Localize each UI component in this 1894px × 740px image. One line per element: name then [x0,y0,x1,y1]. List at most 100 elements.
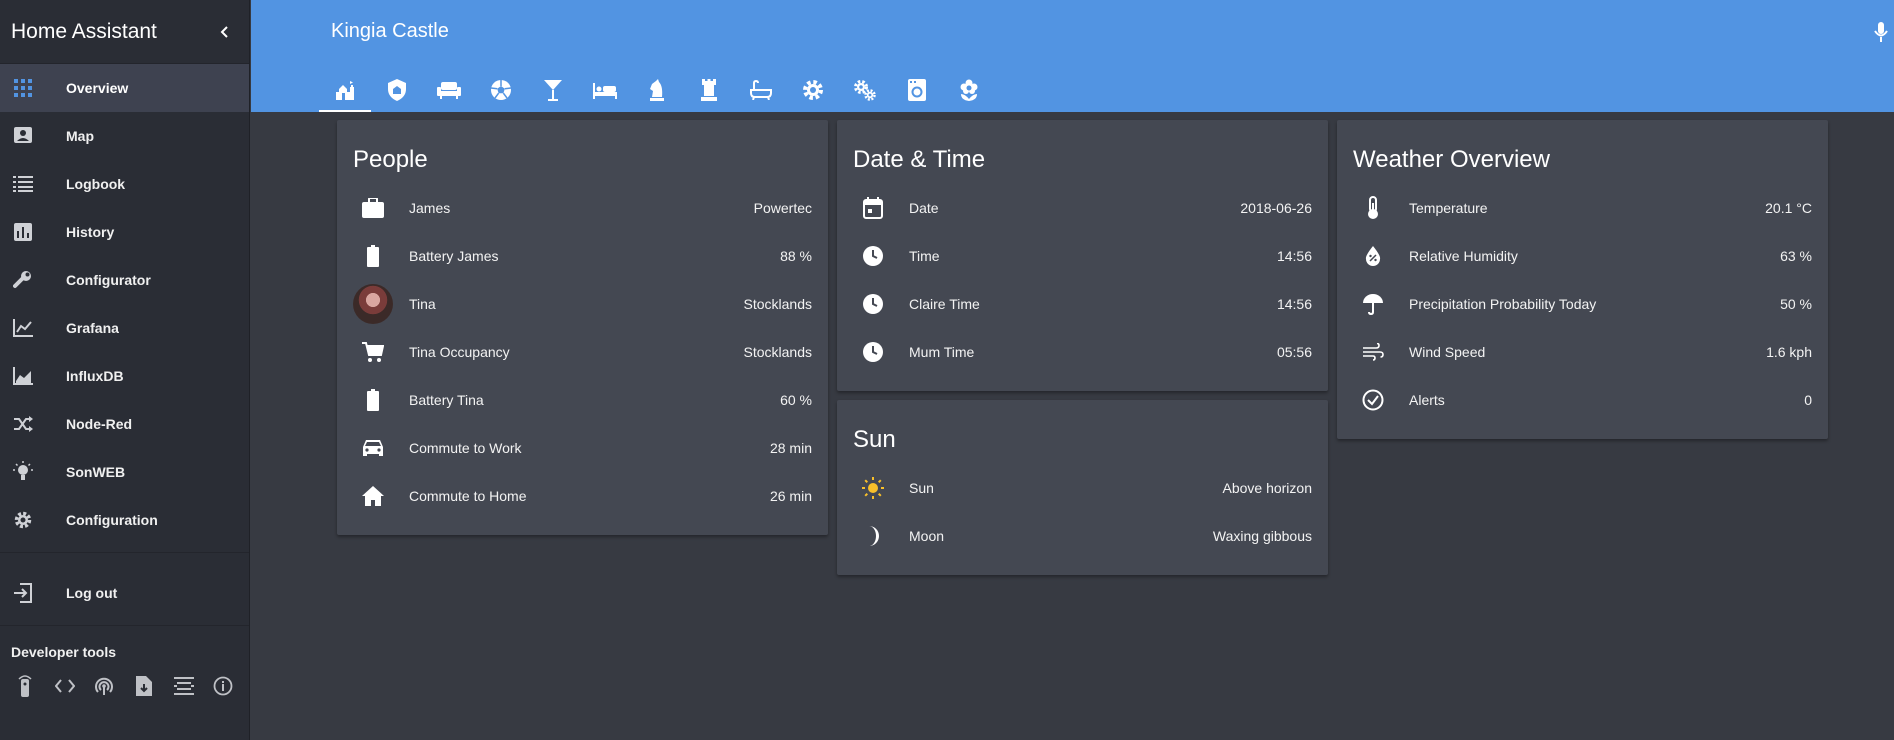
entity-row-relative-humidity[interactable]: Relative Humidity 63 % [1337,232,1828,280]
clock-icon [853,332,893,372]
sun-card: Sun Sun Above horizon Moon Waxing gibbou… [837,400,1328,575]
entity-row-battery-tina[interactable]: Battery Tina 60 % [337,376,828,424]
entity-state: 63 % [1780,248,1812,264]
entity-state: Stocklands [743,296,812,312]
sidebar-item-logout[interactable]: Log out [0,569,249,617]
entity-row-battery-james[interactable]: Battery James 88 % [337,232,828,280]
entity-state: Stocklands [743,344,812,360]
entity-row-moon[interactable]: Moon Waxing gibbous [837,512,1328,560]
avatar [353,284,393,324]
entity-name: Moon [909,528,945,544]
tab-sports[interactable] [475,68,527,112]
developer-tools-row [0,660,249,698]
info-icon[interactable] [209,674,237,698]
sidebar-item-grafana[interactable]: Grafana [0,304,249,352]
sidebar-item-influxdb[interactable]: InfluxDB [0,352,249,400]
file-download-icon[interactable] [130,674,158,698]
briefcase-icon [353,188,393,228]
water-percent-icon [1353,236,1393,276]
tab-castle[interactable] [319,68,371,112]
sidebar-item-sonweb[interactable]: SonWEB [0,448,249,496]
tab-laundry[interactable] [891,68,943,112]
sofa-icon [437,82,461,99]
tab-living-room[interactable] [423,68,475,112]
entity-name: Claire Time [909,296,980,312]
entity-state: 88 % [780,248,812,264]
sidebar-item-label: Configuration [66,512,158,528]
entity-row-precipitation-probability[interactable]: Precipitation Probability Today 50 % [1337,280,1828,328]
entity-row-alerts[interactable]: Alerts 0 [1337,376,1828,424]
page-title: Kingia Castle [331,20,449,42]
entity-state: 0 [1804,392,1812,408]
sidebar-item-node-red[interactable]: Node-Red [0,400,249,448]
entity-state: 26 min [769,488,812,504]
weather-overview-card: Weather Overview Temperature 20.1 °C Rel… [1337,120,1828,439]
tab-security[interactable] [371,68,423,112]
sidebar-item-configuration[interactable]: Configuration [0,496,249,544]
tab-bar[interactable] [527,68,579,112]
car-icon [353,428,393,468]
tab-system[interactable] [839,68,891,112]
entity-name: Time [909,248,940,264]
entity-row-wind-speed[interactable]: Wind Speed 1.6 kph [1337,328,1828,376]
map-icon [11,124,35,148]
entity-row-time[interactable]: Time 14:56 [837,232,1328,280]
shuffle-icon [11,412,35,436]
view-tabs [319,68,995,112]
developer-tools-title: Developer tools [11,644,117,660]
chevron-left-icon[interactable] [201,8,249,56]
entity-row-tina-occupancy[interactable]: Tina Occupancy Stocklands [337,328,828,376]
microphone-icon[interactable] [1870,20,1894,44]
date-time-card: Date & Time Date 2018-06-26 Time 14:56 C… [837,120,1328,391]
card-title: Date & Time [853,146,986,173]
castle-icon [336,81,354,100]
sidebar-item-overview[interactable]: Overview [0,64,249,112]
entity-state: 28 min [769,440,812,456]
entity-row-tina[interactable]: Tina Stocklands [337,280,828,328]
remote-icon[interactable] [11,674,39,698]
shield-home-icon [388,79,406,101]
tab-bedroom[interactable] [579,68,631,112]
bathtub-icon [750,80,772,100]
logout-icon [11,581,35,605]
sidebar-item-logbook[interactable]: Logbook [0,160,249,208]
template-icon[interactable] [170,674,198,698]
code-icon[interactable] [51,674,79,698]
entity-row-claire-time[interactable]: Claire Time 14:56 [837,280,1328,328]
entity-name: James [409,200,451,216]
entity-state: 1.6 kph [1766,344,1812,360]
tab-settings[interactable] [787,68,839,112]
entity-row-mum-time[interactable]: Mum Time 05:56 [837,328,1328,376]
tab-games[interactable] [631,68,683,112]
tab-tower[interactable] [683,68,735,112]
sidebar-item-label: Grafana [66,320,119,336]
sidebar-item-map[interactable]: Map [0,112,249,160]
entity-name: Precipitation Probability Today [1409,296,1597,312]
tab-garden[interactable] [943,68,995,112]
sidebar-item-configurator[interactable]: Configurator [0,256,249,304]
lightbulb-icon [11,460,35,484]
entity-row-date[interactable]: Date 2018-06-26 [837,184,1328,232]
sidebar-item-label: History [66,224,115,240]
entity-row-commute-to-home[interactable]: Commute to Home 26 min [337,472,828,520]
gears-icon [854,80,876,101]
sun-icon [853,468,893,508]
people-card: People James Powertec Battery James 88 %… [337,120,828,535]
check-circle-icon [1353,380,1393,420]
antenna-icon[interactable] [90,674,118,698]
entity-name: Alerts [1409,392,1445,408]
sidebar-item-label: SonWEB [66,464,126,480]
tab-bathroom[interactable] [735,68,787,112]
entity-row-temperature[interactable]: Temperature 20.1 °C [1337,184,1828,232]
sidebar-item-label: Overview [66,80,129,96]
thermometer-icon [1353,188,1393,228]
entity-row-commute-to-work[interactable]: Commute to Work 28 min [337,424,828,472]
entity-state: 20.1 °C [1765,200,1812,216]
entity-name: Battery Tina [409,392,484,408]
entity-row-sun[interactable]: Sun Above horizon [837,464,1328,512]
wind-icon [1353,332,1393,372]
sidebar-item-history[interactable]: History [0,208,249,256]
influxdb-chart-icon [11,364,35,388]
entity-name: Tina Occupancy [409,344,510,360]
entity-row-james[interactable]: James Powertec [337,184,828,232]
